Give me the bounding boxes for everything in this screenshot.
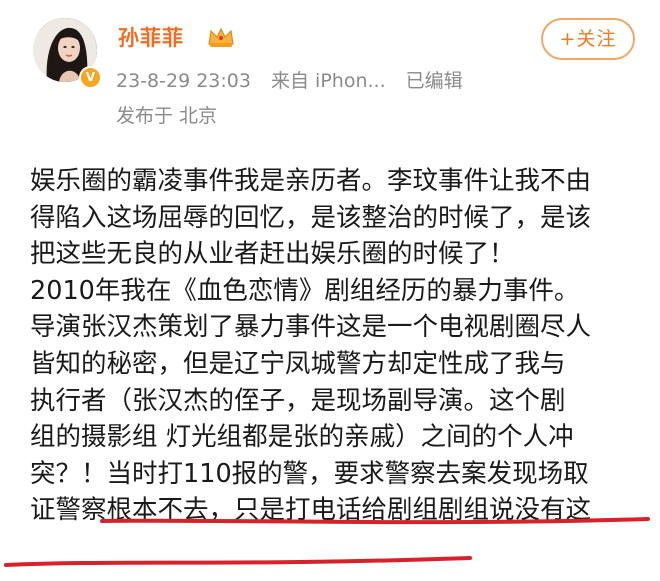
- post-line: 证警察根本不去，只是打电话给剧组剧组说没有这: [30, 495, 592, 526]
- post-line: 导演张汉杰策划了暴力事件这是一个电视剧圈尽人: [30, 312, 592, 343]
- post-source[interactable]: 来自 iPhon...: [271, 70, 386, 92]
- post-meta: 23-8-29 23:03 来自 iPhon... 已编辑: [116, 66, 477, 93]
- post-line: 皆知的秘密，但是辽宁凤城警方却定性成了我与: [30, 348, 566, 379]
- username[interactable]: 孙菲菲: [118, 22, 184, 52]
- follow-button[interactable]: +关注: [541, 18, 635, 60]
- post-line: 得陷入这场屈辱的回忆，是该整治的时候了，是该: [30, 202, 592, 233]
- edited-label[interactable]: 已编辑: [406, 70, 463, 92]
- post-datetime: 23-8-29 23:03: [116, 70, 251, 92]
- post-line: 娱乐圈的霸凌事件我是亲历者。李玟事件让我不由: [30, 166, 592, 196]
- post-line: 2010年我在《血色恋情》剧组经历的暴力事件。: [30, 275, 580, 306]
- post-line: 组的摄影组 灯光组都是张的亲戚）之间的个人冲: [30, 422, 574, 453]
- post-line: 突？！当时打110报的警，要求警察去案发现场取: [30, 458, 589, 489]
- verified-badge-icon: V: [79, 66, 102, 89]
- crown-icon: [208, 27, 234, 47]
- post-line: 执行者（张汉杰的侄子，是现场副导演。这个剧: [30, 385, 566, 416]
- post-location: 发布于 北京: [116, 105, 218, 127]
- post-body: 娱乐圈的霸凌事件我是亲历者。李玟事件让我不由 得陷入这场屈辱的回忆，是该整治的时…: [30, 163, 650, 529]
- post-line: 把这些无良的从业者赶出娱乐圈的时候了！: [30, 239, 515, 270]
- underline-stroke-2: [4, 556, 472, 567]
- post-header: V 孙菲菲 +关注 23-8-29 23:03 来自 iPhon... 已编辑 …: [0, 0, 660, 150]
